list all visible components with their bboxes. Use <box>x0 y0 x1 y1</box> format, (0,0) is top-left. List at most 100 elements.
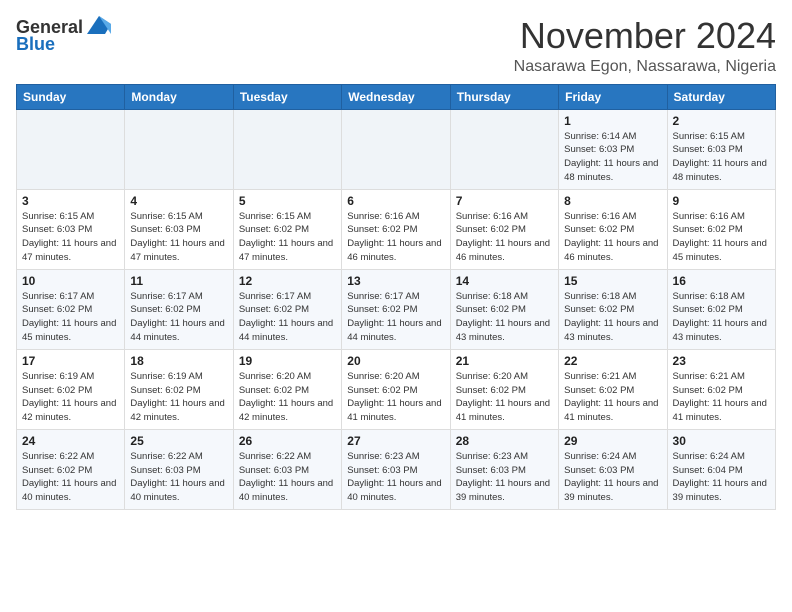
day-info: Sunrise: 6:24 AMSunset: 6:04 PMDaylight:… <box>673 450 770 505</box>
calendar-cell: 5 Sunrise: 6:15 AMSunset: 6:02 PMDaylight… <box>233 189 341 269</box>
col-header-thursday: Thursday <box>450 84 558 109</box>
day-info: Sunrise: 6:17 AMSunset: 6:02 PMDaylight:… <box>130 290 227 345</box>
logo-icon <box>85 14 113 36</box>
day-info: Sunrise: 6:22 AMSunset: 6:03 PMDaylight:… <box>239 450 336 505</box>
col-header-monday: Monday <box>125 84 233 109</box>
logo-blue-text: Blue <box>16 34 55 55</box>
day-number: 27 <box>347 434 444 448</box>
calendar-cell: 29 Sunrise: 6:24 AMSunset: 6:03 PMDayligh… <box>559 429 667 509</box>
calendar-cell: 6 Sunrise: 6:16 AMSunset: 6:02 PMDaylight… <box>342 189 450 269</box>
day-info: Sunrise: 6:18 AMSunset: 6:02 PMDaylight:… <box>673 290 770 345</box>
day-info: Sunrise: 6:22 AMSunset: 6:02 PMDaylight:… <box>22 450 119 505</box>
day-info: Sunrise: 6:21 AMSunset: 6:02 PMDaylight:… <box>673 370 770 425</box>
col-header-saturday: Saturday <box>667 84 775 109</box>
day-number: 30 <box>673 434 770 448</box>
col-header-wednesday: Wednesday <box>342 84 450 109</box>
day-info: Sunrise: 6:17 AMSunset: 6:02 PMDaylight:… <box>22 290 119 345</box>
day-number: 18 <box>130 354 227 368</box>
day-number: 4 <box>130 194 227 208</box>
calendar-cell: 24 Sunrise: 6:22 AMSunset: 6:02 PMDayligh… <box>17 429 125 509</box>
col-header-friday: Friday <box>559 84 667 109</box>
day-number: 23 <box>673 354 770 368</box>
day-info: Sunrise: 6:18 AMSunset: 6:02 PMDaylight:… <box>564 290 661 345</box>
day-info: Sunrise: 6:17 AMSunset: 6:02 PMDaylight:… <box>239 290 336 345</box>
day-number: 28 <box>456 434 553 448</box>
calendar-cell: 15 Sunrise: 6:18 AMSunset: 6:02 PMDayligh… <box>559 269 667 349</box>
calendar-cell: 16 Sunrise: 6:18 AMSunset: 6:02 PMDayligh… <box>667 269 775 349</box>
day-info: Sunrise: 6:15 AMSunset: 6:03 PMDaylight:… <box>130 210 227 265</box>
calendar-cell: 22 Sunrise: 6:21 AMSunset: 6:02 PMDayligh… <box>559 349 667 429</box>
calendar-cell: 11 Sunrise: 6:17 AMSunset: 6:02 PMDayligh… <box>125 269 233 349</box>
calendar-cell: 27 Sunrise: 6:23 AMSunset: 6:03 PMDayligh… <box>342 429 450 509</box>
calendar-cell: 25 Sunrise: 6:22 AMSunset: 6:03 PMDayligh… <box>125 429 233 509</box>
day-info: Sunrise: 6:23 AMSunset: 6:03 PMDaylight:… <box>347 450 444 505</box>
calendar-cell: 30 Sunrise: 6:24 AMSunset: 6:04 PMDayligh… <box>667 429 775 509</box>
day-number: 25 <box>130 434 227 448</box>
day-number: 2 <box>673 114 770 128</box>
day-info: Sunrise: 6:20 AMSunset: 6:02 PMDaylight:… <box>239 370 336 425</box>
title-block: November 2024 Nasarawa Egon, Nassarawa, … <box>514 16 776 76</box>
day-info: Sunrise: 6:19 AMSunset: 6:02 PMDaylight:… <box>22 370 119 425</box>
day-number: 29 <box>564 434 661 448</box>
day-info: Sunrise: 6:16 AMSunset: 6:02 PMDaylight:… <box>456 210 553 265</box>
calendar-cell: 12 Sunrise: 6:17 AMSunset: 6:02 PMDayligh… <box>233 269 341 349</box>
calendar-cell: 17 Sunrise: 6:19 AMSunset: 6:02 PMDayligh… <box>17 349 125 429</box>
day-info: Sunrise: 6:15 AMSunset: 6:02 PMDaylight:… <box>239 210 336 265</box>
day-info: Sunrise: 6:19 AMSunset: 6:02 PMDaylight:… <box>130 370 227 425</box>
col-header-sunday: Sunday <box>17 84 125 109</box>
location-subtitle: Nasarawa Egon, Nassarawa, Nigeria <box>514 58 776 76</box>
day-number: 24 <box>22 434 119 448</box>
calendar-cell: 23 Sunrise: 6:21 AMSunset: 6:02 PMDayligh… <box>667 349 775 429</box>
calendar-cell: 21 Sunrise: 6:20 AMSunset: 6:02 PMDayligh… <box>450 349 558 429</box>
page-header: General Blue November 2024 Nasarawa Egon… <box>16 16 776 76</box>
day-number: 21 <box>456 354 553 368</box>
day-number: 15 <box>564 274 661 288</box>
calendar-cell <box>17 109 125 189</box>
day-info: Sunrise: 6:16 AMSunset: 6:02 PMDaylight:… <box>564 210 661 265</box>
calendar-cell <box>450 109 558 189</box>
day-number: 6 <box>347 194 444 208</box>
day-info: Sunrise: 6:22 AMSunset: 6:03 PMDaylight:… <box>130 450 227 505</box>
day-info: Sunrise: 6:21 AMSunset: 6:02 PMDaylight:… <box>564 370 661 425</box>
day-info: Sunrise: 6:15 AMSunset: 6:03 PMDaylight:… <box>22 210 119 265</box>
day-info: Sunrise: 6:16 AMSunset: 6:02 PMDaylight:… <box>347 210 444 265</box>
day-number: 10 <box>22 274 119 288</box>
day-info: Sunrise: 6:24 AMSunset: 6:03 PMDaylight:… <box>564 450 661 505</box>
day-number: 13 <box>347 274 444 288</box>
calendar-cell: 13Sunrise: 6:17 AMSunset: 6:02 PMDayligh… <box>342 269 450 349</box>
day-number: 20 <box>347 354 444 368</box>
calendar-cell: 7 Sunrise: 6:16 AMSunset: 6:02 PMDaylight… <box>450 189 558 269</box>
day-number: 5 <box>239 194 336 208</box>
day-number: 12 <box>239 274 336 288</box>
calendar-cell: 1 Sunrise: 6:14 AMSunset: 6:03 PMDaylight… <box>559 109 667 189</box>
day-number: 8 <box>564 194 661 208</box>
day-number: 22 <box>564 354 661 368</box>
day-number: 9 <box>673 194 770 208</box>
calendar-table: SundayMondayTuesdayWednesdayThursdayFrid… <box>16 84 776 510</box>
day-info: Sunrise: 6:20 AMSunset: 6:02 PMDaylight:… <box>347 370 444 425</box>
day-number: 17 <box>22 354 119 368</box>
calendar-cell: 19 Sunrise: 6:20 AMSunset: 6:02 PMDayligh… <box>233 349 341 429</box>
day-number: 1 <box>564 114 661 128</box>
calendar-cell: 9 Sunrise: 6:16 AMSunset: 6:02 PMDaylight… <box>667 189 775 269</box>
day-number: 11 <box>130 274 227 288</box>
calendar-cell: 10 Sunrise: 6:17 AMSunset: 6:02 PMDayligh… <box>17 269 125 349</box>
day-number: 19 <box>239 354 336 368</box>
calendar-cell: 4 Sunrise: 6:15 AMSunset: 6:03 PMDaylight… <box>125 189 233 269</box>
month-title: November 2024 <box>514 16 776 56</box>
day-info: Sunrise: 6:18 AMSunset: 6:02 PMDaylight:… <box>456 290 553 345</box>
logo: General Blue <box>16 16 113 55</box>
calendar-cell: 3 Sunrise: 6:15 AMSunset: 6:03 PMDaylight… <box>17 189 125 269</box>
day-number: 26 <box>239 434 336 448</box>
day-number: 16 <box>673 274 770 288</box>
calendar-cell: 14Sunrise: 6:18 AMSunset: 6:02 PMDayligh… <box>450 269 558 349</box>
day-info: Sunrise: 6:23 AMSunset: 6:03 PMDaylight:… <box>456 450 553 505</box>
calendar-cell: 20 Sunrise: 6:20 AMSunset: 6:02 PMDayligh… <box>342 349 450 429</box>
calendar-cell <box>233 109 341 189</box>
calendar-cell: 8 Sunrise: 6:16 AMSunset: 6:02 PMDaylight… <box>559 189 667 269</box>
day-number: 7 <box>456 194 553 208</box>
day-info: Sunrise: 6:20 AMSunset: 6:02 PMDaylight:… <box>456 370 553 425</box>
day-number: 3 <box>22 194 119 208</box>
day-info: Sunrise: 6:14 AMSunset: 6:03 PMDaylight:… <box>564 130 661 185</box>
day-info: Sunrise: 6:16 AMSunset: 6:02 PMDaylight:… <box>673 210 770 265</box>
